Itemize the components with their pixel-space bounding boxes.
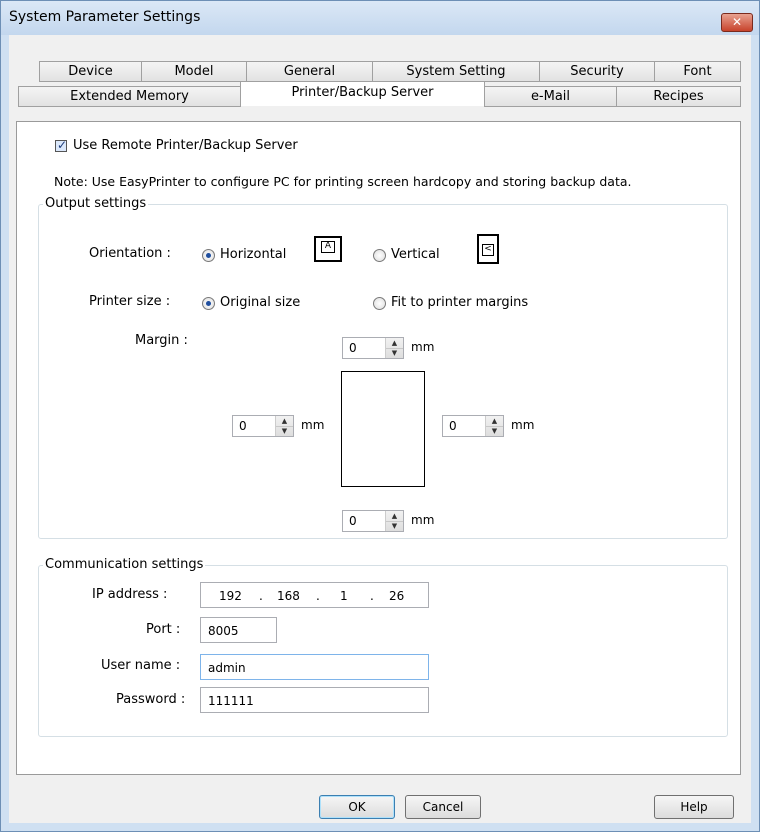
tab-general[interactable]: General [246,61,373,82]
cancel-button[interactable]: Cancel [405,795,481,819]
use-remote-checkbox[interactable]: ✓ [55,138,68,152]
spin-down-icon[interactable]: ▼ [486,426,503,436]
ip-address-field[interactable]: 192 . 168 . 1 . 26 [200,582,429,608]
port-field[interactable]: 8005 [200,617,277,643]
margin-right-spinner[interactable]: 0 ▲ ▼ [442,415,504,437]
password-label: Password : [116,692,186,707]
spin-down-icon[interactable]: ▼ [386,348,403,358]
password-field[interactable]: 111111 [200,687,429,713]
tab-recipes[interactable]: Recipes [616,86,741,107]
orientation-label: Orientation : [89,246,171,261]
original-size-label: Original size [220,295,301,310]
page-preview [341,371,425,487]
help-button[interactable]: Help [654,795,734,819]
fit-margins-label: Fit to printer margins [391,295,529,310]
window-title: System Parameter Settings [9,9,201,25]
horizontal-label: Horizontal [220,247,287,262]
communication-settings-label: Communication settings [43,557,206,572]
tab-panel: ✓ Use Remote Printer/Backup Server Note:… [16,121,741,775]
tab-font[interactable]: Font [654,61,741,82]
tab-e-mail[interactable]: e-Mail [484,86,617,107]
margin-label: Margin : [135,333,188,348]
margin-top-unit: mm [411,340,435,354]
margin-left-unit: mm [301,418,325,432]
title-bar[interactable]: System Parameter Settings ✕ [1,1,759,35]
dialog-window: System Parameter Settings ✕ Device Model… [0,0,760,832]
user-name-field[interactable]: admin [200,654,429,680]
port-label: Port : [146,622,181,637]
landscape-orientation-icon: A [314,236,342,262]
output-settings-label: Output settings [43,196,149,211]
tab-security[interactable]: Security [539,61,655,82]
dialog-client: Device Model General System Setting Secu… [9,35,751,823]
horizontal-radio[interactable] [202,249,215,262]
vertical-radio[interactable] [373,249,386,262]
spin-down-icon[interactable]: ▼ [386,521,403,531]
margin-left-spinner[interactable]: 0 ▲ ▼ [232,415,294,437]
tab-device[interactable]: Device [39,61,142,82]
portrait-orientation-icon: < [477,234,499,264]
ip-address-label: IP address : [92,587,168,602]
note-text: Note: Use EasyPrinter to configure PC fo… [54,174,632,189]
spin-down-icon[interactable]: ▼ [276,426,293,436]
margin-bottom-unit: mm [411,513,435,527]
margin-top-spinner[interactable]: 0 ▲ ▼ [342,337,404,359]
fit-margins-radio[interactable] [373,297,386,310]
close-button[interactable]: ✕ [721,13,753,32]
printer-size-label: Printer size : [89,294,171,309]
user-name-label: User name : [101,658,181,673]
vertical-label: Vertical [391,247,440,262]
check-icon: ✓ [57,138,68,152]
tab-model[interactable]: Model [141,61,247,82]
margin-bottom-spinner[interactable]: 0 ▲ ▼ [342,510,404,532]
margin-right-unit: mm [511,418,535,432]
close-icon: ✕ [731,15,743,29]
tab-system-setting[interactable]: System Setting [372,61,540,82]
tab-printer-backup-server[interactable]: Printer/Backup Server [240,81,485,106]
use-remote-label: Use Remote Printer/Backup Server [73,138,298,153]
ok-button[interactable]: OK [319,795,395,819]
original-size-radio[interactable] [202,297,215,310]
tab-extended-memory[interactable]: Extended Memory [18,86,241,107]
